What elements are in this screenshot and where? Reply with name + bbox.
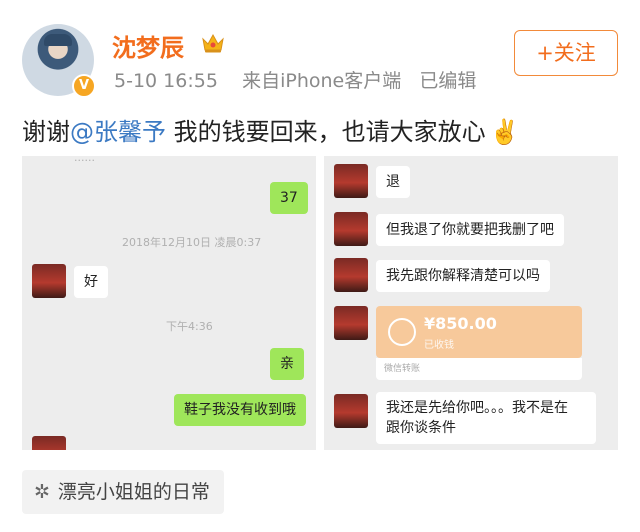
topic-tag[interactable]: ✲ 漂亮小姐姐的日常 xyxy=(22,470,224,514)
chat-avatar xyxy=(334,306,368,340)
victory-hand-icon: ✌️ xyxy=(489,118,520,146)
user-name[interactable]: 沈梦辰 xyxy=(112,28,184,63)
transfer-footer: 微信转账 xyxy=(376,358,582,380)
chat-bubble: 但我退了你就要把我删了吧 xyxy=(376,214,564,246)
transfer-amount: ¥850.00 xyxy=(424,314,497,333)
chat-bubble: 亲 xyxy=(270,348,304,380)
follow-button[interactable]: +关注 xyxy=(514,30,618,76)
chat-avatar xyxy=(334,212,368,246)
chat-bubble: 我还是先给你吧。。。我不是在 跟你谈条件 xyxy=(376,392,596,444)
post-image-2[interactable]: 退 但我退了你就要把我删了吧 我先跟你解释清楚可以吗 ¥850.00 已收钱 微… xyxy=(324,156,618,450)
post-source[interactable]: 来自iPhone客户端 xyxy=(242,70,401,92)
chat-avatar xyxy=(334,394,368,428)
post-prefix: 谢谢 xyxy=(22,118,70,146)
topic-label: 漂亮小姐姐的日常 xyxy=(57,481,210,503)
chat-avatar xyxy=(334,164,368,198)
check-icon xyxy=(388,318,416,346)
post-text: 谢谢@张馨予 我的钱要回来，也请大家放心 ✌️ xyxy=(22,112,520,147)
chat-bubble: 好 xyxy=(74,266,108,298)
edited-label[interactable]: 已编辑 xyxy=(419,70,476,92)
chat-avatar xyxy=(32,436,66,450)
sparkle-icon: ✲ xyxy=(34,481,50,503)
chat-timestamp: 下午4:36 xyxy=(166,320,213,333)
chat-bubble: 鞋子我没有收到哦 xyxy=(174,394,306,426)
chat-line: 跟你谈条件 xyxy=(386,420,456,436)
post-time: 5-10 16:55 xyxy=(114,70,218,92)
chat-bubble: 我先跟你解释清楚可以吗 xyxy=(376,260,550,292)
crown-icon xyxy=(202,33,224,53)
post-suffix: 我的钱要回来，也请大家放心 xyxy=(166,118,486,146)
chat-line: 我还是先给你吧。。。我不是在 xyxy=(386,400,568,416)
post-meta: 5-10 16:55 来自iPhone客户端 已编辑 xyxy=(114,66,476,93)
chat-timestamp: 2018年12月10日 凌晨0:37 xyxy=(122,236,262,249)
chat-bubble: 退 xyxy=(376,166,410,198)
post-image-1[interactable]: ······ 37 2018年12月10日 凌晨0:37 好 下午4:36 亲 … xyxy=(22,156,316,450)
mention-link[interactable]: @张馨予 xyxy=(70,118,166,146)
chat-avatar xyxy=(334,258,368,292)
verified-badge: V xyxy=(72,74,96,98)
transfer-card: ¥850.00 已收钱 xyxy=(376,306,582,358)
chat-avatar xyxy=(32,264,66,298)
chat-bubble: 37 xyxy=(270,182,308,214)
transfer-status: 已收钱 xyxy=(424,340,454,351)
